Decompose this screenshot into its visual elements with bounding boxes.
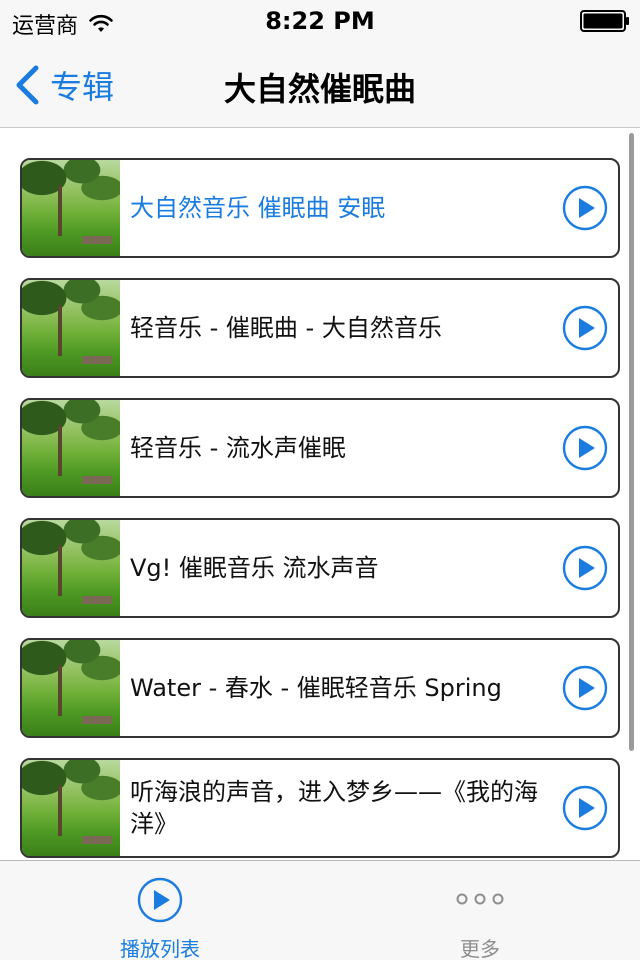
more-dots-icon: [456, 893, 504, 905]
tab-more[interactable]: 更多: [320, 861, 640, 960]
album-thumbnail: [22, 400, 120, 496]
album-thumbnail: [22, 160, 120, 256]
track-title: 听海浪的声音，进入梦乡——《我的海洋》: [130, 778, 538, 838]
track-row[interactable]: Water - 春水 - 催眠轻音乐 Spring: [20, 638, 620, 738]
album-thumbnail: [22, 640, 120, 736]
play-icon[interactable]: [562, 305, 608, 351]
tab-label: 更多: [460, 937, 500, 960]
tab-playlist[interactable]: 播放列表: [0, 861, 320, 960]
album-thumbnail: [22, 520, 120, 616]
album-thumbnail: [22, 760, 120, 856]
navigation-bar: 专辑 大自然催眠曲: [0, 40, 640, 128]
track-list[interactable]: 大自然音乐 催眠曲 安眠 轻音乐 - 催眠曲 - 大自然音乐 轻音乐 - 流水声…: [0, 129, 640, 860]
play-icon[interactable]: [562, 665, 608, 711]
track-row[interactable]: 轻音乐 - 流水声催眠: [20, 398, 620, 498]
track-row[interactable]: Vg! 催眠音乐 流水声音: [20, 518, 620, 618]
play-icon[interactable]: [562, 185, 608, 231]
play-circle-icon: [137, 877, 183, 923]
tab-bar: 播放列表 更多: [0, 860, 640, 960]
play-icon[interactable]: [562, 785, 608, 831]
track-title: 轻音乐 - 流水声催眠: [130, 434, 346, 462]
album-thumbnail: [22, 280, 120, 376]
battery-icon: [580, 10, 629, 32]
track-title: Water - 春水 - 催眠轻音乐 Spring: [130, 674, 502, 702]
play-icon[interactable]: [562, 545, 608, 591]
track-row[interactable]: 听海浪的声音，进入梦乡——《我的海洋》: [20, 758, 620, 858]
status-time: 8:22 PM: [265, 7, 375, 35]
page-title: 大自然催眠曲: [223, 70, 416, 108]
tab-label: 播放列表: [120, 937, 200, 960]
track-title: 轻音乐 - 催眠曲 - 大自然音乐: [130, 314, 442, 342]
scrollbar[interactable]: [629, 133, 634, 751]
play-icon[interactable]: [562, 425, 608, 471]
track-title: 大自然音乐 催眠曲 安眠: [130, 194, 386, 222]
track-title: Vg! 催眠音乐 流水声音: [130, 554, 379, 582]
track-row[interactable]: 大自然音乐 催眠曲 安眠: [20, 158, 620, 258]
track-row[interactable]: 轻音乐 - 催眠曲 - 大自然音乐: [20, 278, 620, 378]
status-bar: 运营商 8:22 PM: [0, 0, 640, 40]
